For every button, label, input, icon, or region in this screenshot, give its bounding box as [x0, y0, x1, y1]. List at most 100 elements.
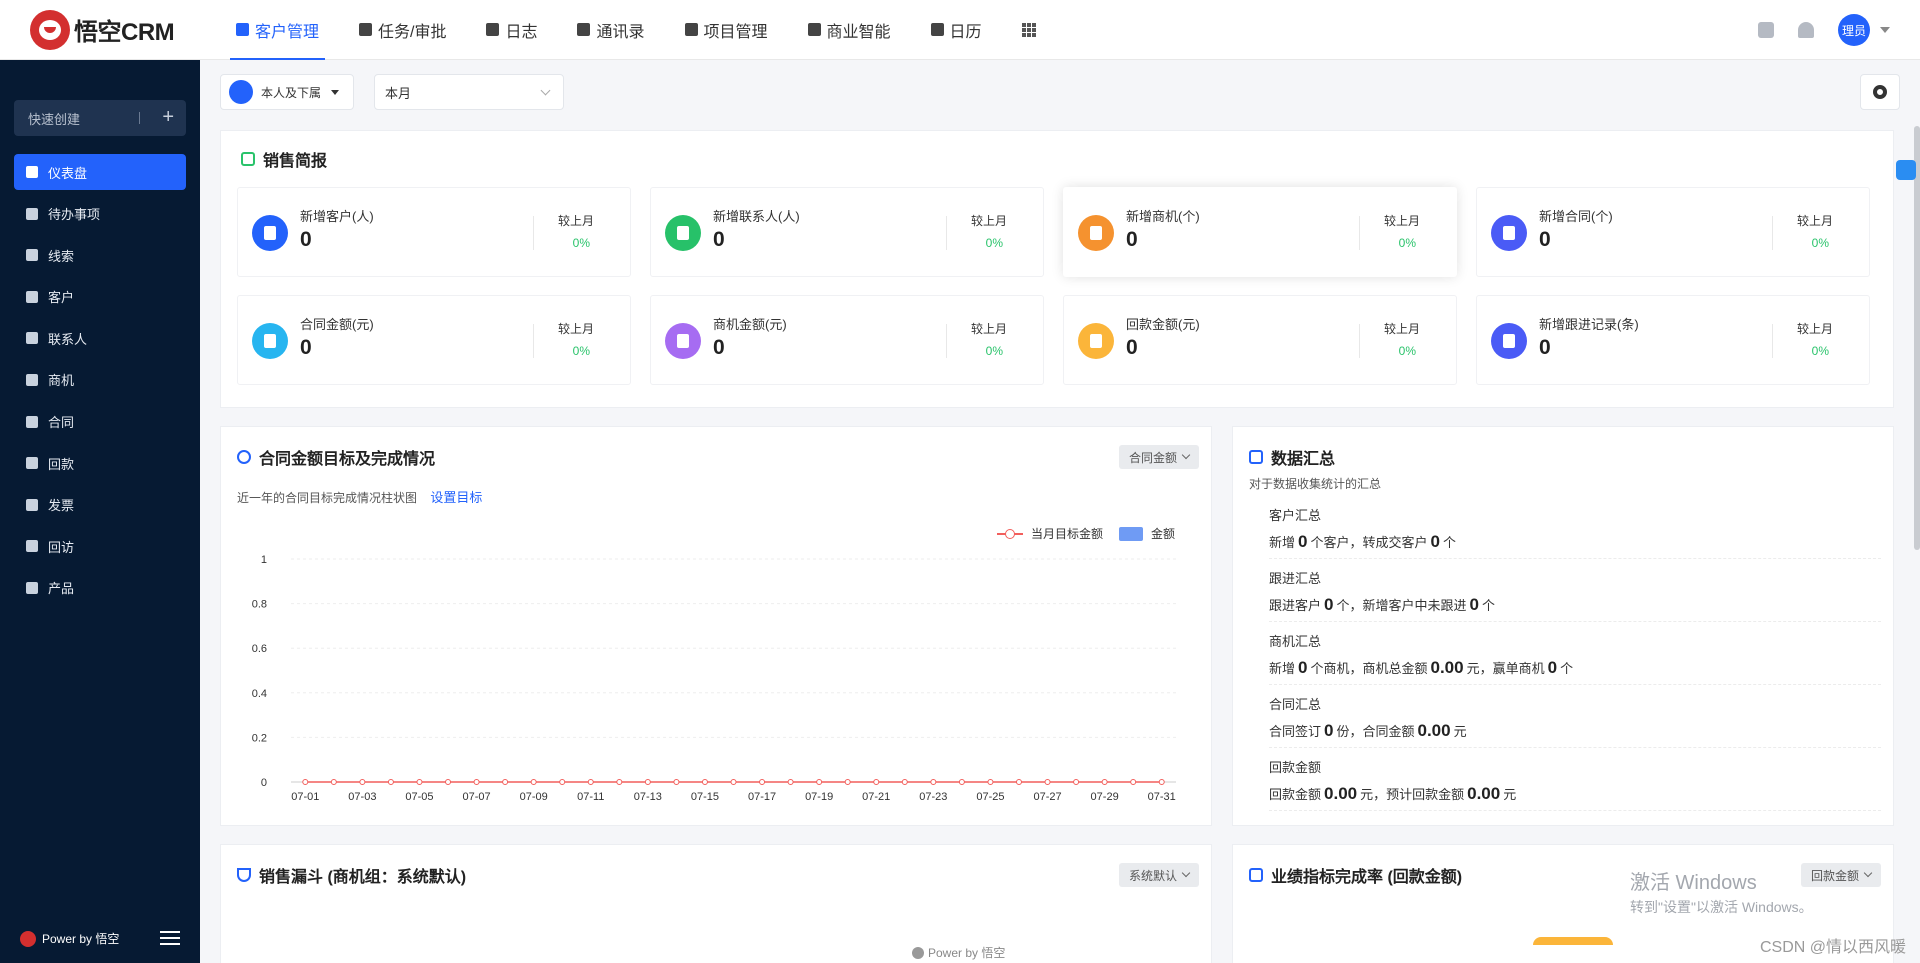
kpi-card[interactable]: 商机金额(元) 0 较上月 0% [650, 295, 1044, 385]
summary-number: 0.00 [1324, 784, 1358, 803]
chevron-down-icon [1863, 868, 1873, 878]
sidebar-item-0[interactable]: 仪表盘 [14, 154, 186, 190]
nav-item-3[interactable]: 通讯录 [557, 0, 664, 60]
sidebar-item-6[interactable]: 合同 [14, 404, 186, 440]
data-summary-desc: 对于数据收集统计的汇总 [1249, 477, 1382, 491]
period-select[interactable]: 本月 [374, 74, 564, 110]
summary-text: 回款金额 [1269, 787, 1322, 802]
summary-number: 0.00 [1430, 658, 1464, 677]
divider [139, 112, 140, 124]
target-point[interactable] [359, 779, 366, 785]
sidebar-item-8[interactable]: 发票 [14, 487, 186, 523]
summary-text: 新增 [1269, 661, 1296, 676]
target-point[interactable] [844, 779, 851, 785]
divider [1359, 216, 1360, 250]
kpi-compare-label: 较上月 [557, 322, 594, 336]
target-point[interactable] [416, 779, 423, 785]
contract-target-chart: 0 0.2 0.4 0.6 0.8 1 07-01 07-03 07-05 07-07 07-09 0… [252, 554, 1176, 803]
line-chart-icon [1249, 450, 1263, 464]
x-tick-label: 07-29 [1091, 791, 1119, 803]
funnel-group-select[interactable]: 系统默认 [1118, 863, 1199, 887]
summary-text: 元，预计回款金额 [1360, 787, 1465, 802]
quick-create-button[interactable]: 快速创建 + [14, 100, 186, 136]
target-point[interactable] [1044, 779, 1051, 785]
target-point[interactable] [473, 779, 480, 785]
kpi-card[interactable]: 回款金额(元) 0 较上月 0% [1063, 295, 1457, 385]
target-point[interactable] [759, 779, 766, 785]
target-point[interactable] [873, 779, 880, 785]
target-point[interactable] [387, 779, 394, 785]
x-tick-label: 07-01 [291, 791, 319, 803]
chevron-down-icon[interactable] [1880, 27, 1890, 33]
target-point[interactable] [1015, 779, 1022, 785]
target-point[interactable] [1158, 779, 1165, 785]
summary-block: 商机汇总 新增 0 个商机，商机总金额 0.00 元，赢单商机 0 个 [1269, 623, 1881, 685]
summary-block-title: 回款金额 [1269, 760, 1322, 775]
sidebar-item-10[interactable]: 产品 [14, 570, 186, 606]
avatar[interactable]: 理员 [1838, 14, 1870, 46]
target-point[interactable] [701, 779, 708, 785]
sidebar-item-9[interactable]: 回访 [14, 528, 186, 564]
summary-block: 客户汇总 新增 0 个客户，转成交客户 0 个 [1269, 497, 1881, 559]
target-point[interactable] [502, 779, 509, 785]
target-point[interactable] [330, 779, 337, 785]
chat-bubble-icon[interactable] [1896, 160, 1916, 180]
kpi-card[interactable]: 新增合同(个) 0 较上月 0% [1476, 187, 1870, 277]
nav-item-2[interactable]: 日志 [466, 0, 557, 60]
target-point[interactable] [930, 779, 937, 785]
target-point[interactable] [673, 779, 680, 785]
sidebar-item-3[interactable]: 客户 [14, 279, 186, 315]
target-point[interactable] [901, 779, 908, 785]
contract-metric-select[interactable]: 合同金额 [1118, 445, 1199, 469]
nav-item-0[interactable]: 客户管理 [216, 0, 339, 60]
divider [533, 324, 534, 358]
nav-item-5[interactable]: 商业智能 [788, 0, 911, 60]
scrollbar[interactable] [1914, 126, 1920, 550]
nav-item-1[interactable]: 任务/审批 [339, 0, 466, 60]
target-point[interactable] [730, 779, 737, 785]
target-point[interactable] [530, 779, 537, 785]
set-target-link[interactable]: 设置目标 [430, 490, 482, 505]
apps-grid-icon[interactable] [1002, 0, 1056, 60]
kpi-card[interactable]: 新增联系人(人) 0 较上月 0% [650, 187, 1044, 277]
target-point[interactable] [559, 779, 566, 785]
legend-amount[interactable]: 金额 [1151, 525, 1175, 542]
nav-item-6[interactable]: 日历 [911, 0, 1002, 60]
target-point[interactable] [445, 779, 452, 785]
sidebar-item-1[interactable]: 待办事项 [14, 196, 186, 232]
kpi-card[interactable]: 新增商机(个) 0 较上月 0% [1063, 187, 1457, 277]
target-point[interactable] [987, 779, 994, 785]
bell-icon[interactable] [1798, 22, 1814, 38]
kpi-card[interactable]: 合同金额(元) 0 较上月 0% [237, 295, 631, 385]
target-point[interactable] [816, 779, 823, 785]
kpi-card[interactable]: 新增跟进记录(条) 0 较上月 0% [1476, 295, 1870, 385]
kpi-value: 0 [713, 228, 725, 251]
monkey-logo-icon [30, 9, 70, 50]
target-point[interactable] [787, 779, 794, 785]
nav-item-4[interactable]: 项目管理 [665, 0, 788, 60]
sidebar-item-4[interactable]: 联系人 [14, 320, 186, 356]
brand-logo[interactable]: 悟空CRM [0, 0, 200, 60]
kpi-card[interactable]: 新增客户(人) 0 较上月 0% [237, 187, 631, 277]
home-icon [26, 540, 38, 553]
collapse-menu-icon[interactable] [160, 931, 180, 945]
scope-select[interactable]: 本人及下属 [220, 74, 354, 110]
target-point[interactable] [587, 779, 594, 785]
sidebar-item-5[interactable]: 商机 [14, 362, 186, 398]
target-point[interactable] [644, 779, 651, 785]
x-tick-label: 07-21 [862, 791, 890, 803]
target-point[interactable] [1130, 779, 1137, 785]
plus-icon[interactable]: + [162, 106, 174, 128]
target-point[interactable] [616, 779, 623, 785]
target-point[interactable] [958, 779, 965, 785]
performance-metric-select[interactable]: 回款金额 [1800, 863, 1881, 887]
kpi-percent: 0% [985, 236, 1003, 250]
target-point[interactable] [1073, 779, 1080, 785]
settings-button[interactable] [1860, 74, 1900, 110]
sidebar-item-2[interactable]: 线索 [14, 237, 186, 273]
speaker-icon[interactable] [1758, 22, 1774, 38]
target-point[interactable] [1101, 779, 1108, 785]
sidebar-item-7[interactable]: 回款 [14, 445, 186, 481]
legend-target[interactable]: 当月目标金额 [1031, 525, 1103, 542]
target-point[interactable] [302, 779, 309, 785]
